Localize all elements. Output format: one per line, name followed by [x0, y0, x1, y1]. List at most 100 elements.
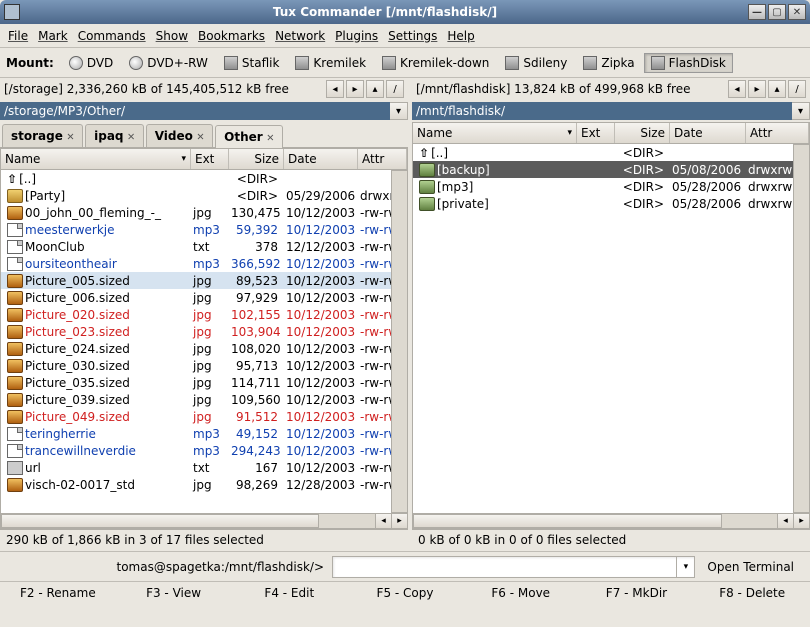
file-attr: -rw-rw-	[356, 359, 391, 373]
left-path[interactable]: /storage/MP3/Other/	[0, 102, 390, 120]
right-row[interactable]: ⇧[..]<DIR>	[413, 144, 793, 161]
fkey-copy[interactable]: F5 - Copy	[347, 582, 463, 605]
file-size: 378	[227, 240, 282, 254]
file-date: 10/12/2003	[282, 257, 356, 271]
left-row[interactable]: [Party]<DIR>05/29/2006drwxr-	[1, 187, 391, 204]
file-date: 10/12/2003	[282, 359, 356, 373]
left-col-ext[interactable]: Ext	[191, 149, 229, 169]
right-hscrollbar[interactable]: ◂▸	[412, 513, 810, 529]
right-row[interactable]: [backup]<DIR>05/08/2006drwxrw	[413, 161, 793, 178]
tab-video[interactable]: Video✕	[146, 124, 213, 147]
minimize-button[interactable]: —	[748, 4, 766, 20]
right-col-size[interactable]: Size	[615, 123, 670, 143]
menu-mark[interactable]: Mark	[38, 29, 68, 43]
right-nav-root-button[interactable]: /	[788, 80, 806, 98]
mount-flashdisk[interactable]: FlashDisk	[644, 53, 733, 73]
left-row[interactable]: 00_john_00_fleming_-_jpg130,47510/12/200…	[1, 204, 391, 221]
left-row[interactable]: visch-02-0017_stdjpg98,26912/28/2003-rw-…	[1, 476, 391, 493]
command-input[interactable]	[333, 557, 676, 577]
file-size: <DIR>	[613, 197, 668, 211]
mount-dvd-rw[interactable]: DVD+-RW	[122, 53, 215, 73]
fkey-edit[interactable]: F4 - Edit	[231, 582, 347, 605]
right-nav-back-button[interactable]: ◂	[728, 80, 746, 98]
right-path-history-button[interactable]: ▾	[792, 102, 810, 120]
file-ext: mp3	[189, 223, 227, 237]
right-nav-fwd-button[interactable]: ▸	[748, 80, 766, 98]
left-col-name[interactable]: Name▾	[1, 149, 191, 169]
left-row[interactable]: Picture_023.sizedjpg103,90410/12/2003-rw…	[1, 323, 391, 340]
left-nav-up-button[interactable]: ▴	[366, 80, 384, 98]
left-row[interactable]: urltxt16710/12/2003-rw-rw-	[1, 459, 391, 476]
left-row[interactable]: MoonClubtxt37812/12/2003-rw-rw-	[1, 238, 391, 255]
left-nav-root-button[interactable]: /	[386, 80, 404, 98]
open-terminal-button[interactable]: Open Terminal	[699, 557, 802, 577]
mount-sdileny[interactable]: Sdileny	[498, 53, 574, 73]
left-path-history-button[interactable]: ▾	[390, 102, 408, 120]
left-row[interactable]: Picture_049.sizedjpg91,51210/12/2003-rw-…	[1, 408, 391, 425]
left-col-date[interactable]: Date	[284, 149, 358, 169]
file-attr: -rw-rw-	[356, 223, 391, 237]
tab-close-icon[interactable]: ✕	[128, 129, 135, 143]
left-row[interactable]: Picture_006.sizedjpg97,92910/12/2003-rw-…	[1, 289, 391, 306]
menu-commands[interactable]: Commands	[78, 29, 146, 43]
menu-help[interactable]: Help	[447, 29, 474, 43]
left-nav-fwd-button[interactable]: ▸	[346, 80, 364, 98]
left-file-list[interactable]: ⇧[..]<DIR>[Party]<DIR>05/29/2006drwxr-00…	[0, 170, 392, 513]
fkey-rename[interactable]: F2 - Rename	[0, 582, 116, 605]
menu-plugins[interactable]: Plugins	[335, 29, 378, 43]
right-vscrollbar[interactable]	[794, 144, 810, 513]
mount-staflik[interactable]: Staflik	[217, 53, 287, 73]
left-col-attr[interactable]: Attr	[358, 149, 407, 169]
left-row[interactable]: Picture_005.sizedjpg89,52310/12/2003-rw-…	[1, 272, 391, 289]
mount-kremilek[interactable]: Kremilek	[288, 53, 373, 73]
tab-other[interactable]: Other✕	[215, 125, 283, 148]
tab-storage[interactable]: storage✕	[2, 124, 83, 147]
tab-close-icon[interactable]: ✕	[67, 129, 74, 143]
menu-bookmarks[interactable]: Bookmarks	[198, 29, 265, 43]
left-vscrollbar[interactable]	[392, 170, 408, 513]
fkey-view[interactable]: F3 - View	[116, 582, 232, 605]
right-col-ext[interactable]: Ext	[577, 123, 615, 143]
left-row[interactable]: oursiteontheairmp3366,59210/12/2003-rw-r…	[1, 255, 391, 272]
menu-file[interactable]: File	[8, 29, 28, 43]
left-col-size[interactable]: Size	[229, 149, 284, 169]
right-row[interactable]: [mp3]<DIR>05/28/2006drwxrw	[413, 178, 793, 195]
right-row[interactable]: [private]<DIR>05/28/2006drwxrw	[413, 195, 793, 212]
menu-show[interactable]: Show	[156, 29, 188, 43]
right-col-attr[interactable]: Attr	[746, 123, 809, 143]
right-path[interactable]: /mnt/flashdisk/	[412, 102, 792, 120]
right-col-date[interactable]: Date	[670, 123, 746, 143]
fkey-move[interactable]: F6 - Move	[463, 582, 579, 605]
right-nav-up-button[interactable]: ▴	[768, 80, 786, 98]
mount-zipka[interactable]: Zipka	[576, 53, 641, 73]
tab-close-icon[interactable]: ✕	[197, 129, 204, 143]
maximize-button[interactable]: ▢	[768, 4, 786, 20]
left-row[interactable]: teringherriemp349,15210/12/2003-rw-rw-	[1, 425, 391, 442]
left-row[interactable]: trancewillneverdiemp3294,24310/12/2003-r…	[1, 442, 391, 459]
left-row[interactable]: Picture_024.sizedjpg108,02010/12/2003-rw…	[1, 340, 391, 357]
tab-ipaq[interactable]: ipaq✕	[85, 124, 144, 147]
menu-settings[interactable]: Settings	[388, 29, 437, 43]
mount-kremilek-down[interactable]: Kremilek-down	[375, 53, 496, 73]
close-button[interactable]: ✕	[788, 4, 806, 20]
left-row[interactable]: Picture_020.sizedjpg102,15510/12/2003-rw…	[1, 306, 391, 323]
left-row[interactable]: Picture_035.sizedjpg114,71110/12/2003-rw…	[1, 374, 391, 391]
command-history-button[interactable]: ▾	[676, 557, 694, 577]
left-row[interactable]: Picture_039.sizedjpg109,56010/12/2003-rw…	[1, 391, 391, 408]
fkey-mkdir[interactable]: F7 - MkDir	[579, 582, 695, 605]
file-ext: jpg	[189, 308, 227, 322]
right-col-name[interactable]: Name▾	[413, 123, 577, 143]
left-row[interactable]: Picture_030.sizedjpg95,71310/12/2003-rw-…	[1, 357, 391, 374]
left-hscrollbar[interactable]: ◂▸	[0, 513, 408, 529]
left-row[interactable]: ⇧[..]<DIR>	[1, 170, 391, 187]
fkey-delete[interactable]: F8 - Delete	[694, 582, 810, 605]
left-nav-back-button[interactable]: ◂	[326, 80, 344, 98]
menu-network[interactable]: Network	[275, 29, 325, 43]
file-date: 10/12/2003	[282, 274, 356, 288]
left-row[interactable]: meesterwerkjemp359,39210/12/2003-rw-rw-	[1, 221, 391, 238]
tab-close-icon[interactable]: ✕	[267, 130, 274, 144]
mount-dvd[interactable]: DVD	[62, 53, 120, 73]
right-file-list[interactable]: ⇧[..]<DIR>[backup]<DIR>05/08/2006drwxrw[…	[412, 144, 794, 513]
drive-icon	[505, 56, 519, 70]
file-date: 10/12/2003	[282, 376, 356, 390]
